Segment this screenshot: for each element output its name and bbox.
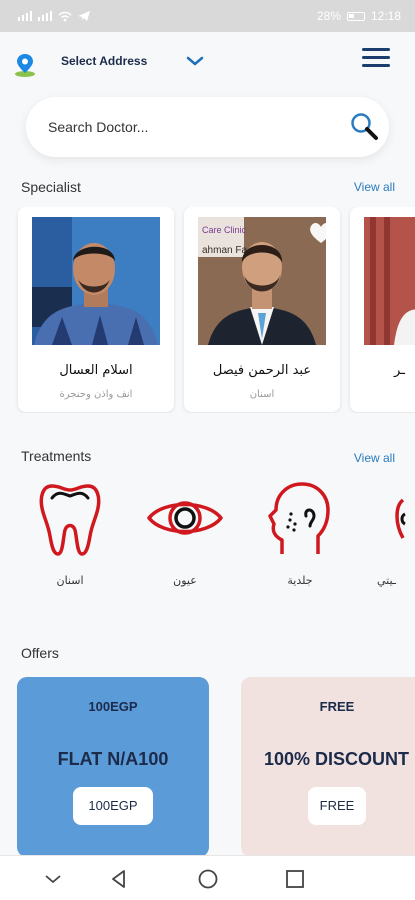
treatments-carousel[interactable]: اسنان عيون جلدية ـيتي (0, 480, 415, 610)
doctor-specialty: اسنان (249, 389, 275, 400)
treatment-label: اسنان (56, 574, 84, 587)
treatment-item[interactable]: جلدية (250, 480, 350, 587)
doctor-card[interactable]: ـر (350, 207, 415, 412)
doctor-photo (32, 217, 160, 345)
treatment-label: جلدية (287, 574, 313, 587)
treatments-section-title: Treatments (21, 448, 92, 464)
status-bar: 28% 12:18 (0, 0, 415, 32)
treatment-item[interactable]: اسنان (20, 480, 120, 587)
nav-recents-icon[interactable] (282, 866, 308, 892)
signal-icon (18, 11, 32, 21)
search-input[interactable] (48, 115, 318, 139)
offer-amount: 100EGP (88, 699, 138, 714)
nav-back-icon[interactable] (106, 866, 132, 892)
tooth-icon (39, 484, 101, 556)
offer-title: FLAT N/A100 (57, 749, 169, 769)
telegram-icon (78, 11, 90, 21)
select-address-label[interactable]: Select Address (61, 54, 147, 68)
status-icons (18, 11, 90, 22)
treatment-label: عيون (173, 574, 197, 587)
doctor-photo: Care Clinic ahman Fa (198, 217, 326, 345)
offers-carousel[interactable]: 100EGP FLAT N/A100 100EGP FREE 100% DISC… (0, 677, 415, 857)
specialist-carousel[interactable]: اسلام العسال انف واذن وحنجرة Care Clinic… (0, 207, 415, 413)
doctor-name: ـر (394, 363, 405, 378)
offer-card[interactable]: 100EGP FLAT N/A100 100EGP (17, 677, 209, 857)
offers-section-title: Offers (21, 645, 59, 661)
doctor-card[interactable]: Care Clinic ahman Fa عبد الرحمن فيصل اسن… (184, 207, 340, 412)
battery-percent: 28% (316, 9, 341, 23)
nav-home-icon[interactable] (195, 866, 221, 892)
favorite-heart-icon[interactable] (308, 221, 334, 245)
top-bar: Select Address (0, 44, 415, 80)
clock: 12:18 (370, 9, 401, 23)
battery-icon (346, 11, 365, 21)
chevron-down-icon[interactable] (185, 54, 205, 68)
search-icon[interactable] (348, 111, 380, 143)
clinic-sign-text: Care Clinic (202, 225, 247, 235)
offer-button[interactable]: 100EGP (73, 787, 153, 825)
offer-button[interactable]: FREE (308, 787, 366, 825)
nav-collapse-icon[interactable] (40, 866, 66, 892)
specialist-view-all-link[interactable]: View all (354, 180, 395, 194)
hamburger-menu-icon[interactable] (362, 48, 390, 70)
offer-amount: FREE (319, 699, 355, 714)
signal-icon-2 (38, 11, 52, 21)
eye-icon (147, 501, 223, 535)
search-bar[interactable] (26, 97, 389, 157)
doctor-photo (364, 217, 415, 345)
location-pin-icon[interactable] (14, 52, 36, 78)
wifi-icon (58, 11, 72, 21)
system-nav-bar (0, 855, 415, 900)
treatment-item[interactable]: عيون (135, 480, 235, 587)
doctor-name: اسلام العسال (59, 363, 133, 378)
treatments-view-all-link[interactable]: View all (354, 451, 395, 465)
doctor-card[interactable]: اسلام العسال انف واذن وحنجرة (18, 207, 174, 412)
partial-icon (395, 498, 406, 539)
doctor-name: عبد الرحمن فيصل (212, 363, 312, 378)
offer-card[interactable]: FREE 100% DISCOUNT FREE (241, 677, 415, 857)
offer-title: 100% DISCOUNT (264, 749, 410, 769)
treatment-label: ـيتي (377, 574, 397, 587)
treatment-item[interactable]: ـيتي (365, 480, 415, 587)
specialist-section-title: Specialist (21, 179, 81, 195)
clinic-sign-text-2: ahman Fa (202, 245, 247, 256)
face-skin-icon (268, 482, 330, 554)
doctor-specialty: انف واذن وحنجرة (59, 389, 133, 400)
